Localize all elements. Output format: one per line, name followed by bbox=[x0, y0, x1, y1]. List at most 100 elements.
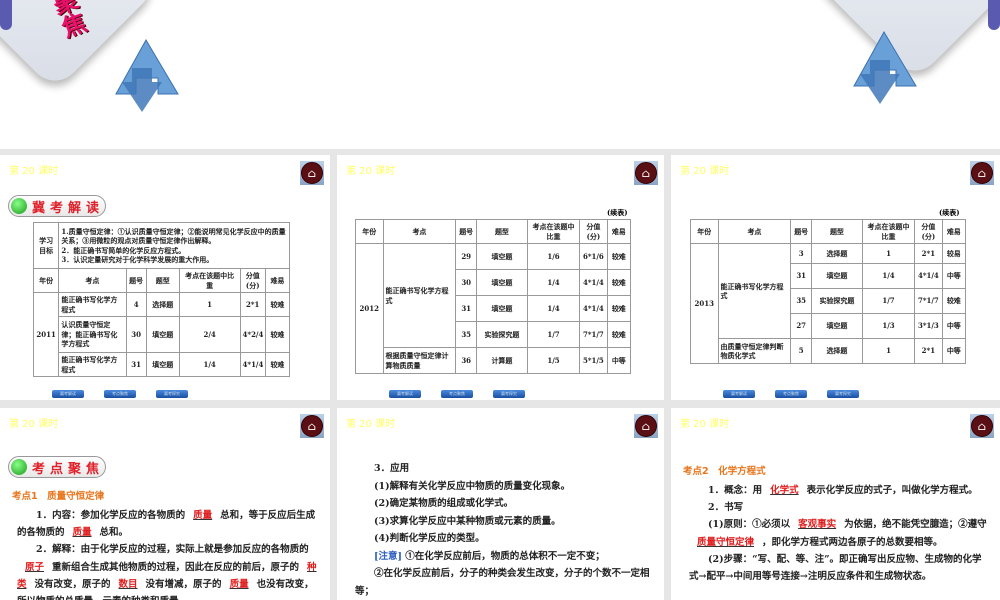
question-type: 填空题 bbox=[145, 316, 180, 353]
home-button[interactable]: ⌂ bbox=[300, 414, 324, 438]
fill-blank-answer: 客观事实 bbox=[798, 519, 837, 531]
slide-nav: 冀考解读 考点聚焦 冀考探究 bbox=[389, 390, 525, 398]
table-header-row: 年份 考点 题号 题型 考点在该题中比重 分值(分) 难易 bbox=[355, 219, 632, 244]
difficulty: 较难 bbox=[606, 295, 632, 322]
score-value: 5*1/5 bbox=[579, 347, 608, 374]
point-ratio: 1 bbox=[861, 338, 916, 364]
column-header: 分值(分) bbox=[914, 219, 943, 244]
home-icon: ⌂ bbox=[635, 162, 657, 184]
lesson-label: 第 20 课时 bbox=[346, 166, 396, 177]
exam-point: 认识质量守恒定律；能正确书写化学方程式 bbox=[58, 316, 127, 353]
point-ratio: 1/4 bbox=[861, 263, 916, 289]
question-number: 30 bbox=[125, 316, 147, 353]
question-number: 3 bbox=[790, 243, 812, 264]
difficulty: 较难 bbox=[606, 269, 632, 296]
nav-button-2[interactable]: 考点聚焦 bbox=[775, 390, 807, 398]
slide-nav: 冀考解读 考点聚焦 冀考探究 bbox=[723, 390, 859, 398]
score-value: 7*1/7 bbox=[579, 321, 608, 348]
paragraph: 2．书写 bbox=[689, 499, 991, 516]
exam-point: 能正确书写化学方程式 bbox=[58, 352, 127, 377]
lesson-label: 第 20 课时 bbox=[9, 166, 59, 177]
score-value: 2*1 bbox=[914, 243, 943, 264]
question-number: 27 bbox=[790, 313, 812, 339]
point-ratio: 1/6 bbox=[526, 243, 581, 270]
question-type: 填空题 bbox=[476, 243, 528, 270]
question-number: 4 bbox=[125, 292, 147, 317]
nav-button-1[interactable]: 冀考解读 bbox=[723, 390, 755, 398]
nav-button-3[interactable]: 冀考探究 bbox=[493, 390, 525, 398]
text-segment: 表示化学反应的式子，叫做化学方程式。 bbox=[806, 485, 978, 496]
green-dot-icon bbox=[11, 198, 27, 214]
nav-button-1[interactable]: 冀考解读 bbox=[389, 390, 421, 398]
exam-point: 根据质量守恒定律计算物质质量 bbox=[382, 347, 457, 374]
point-ratio: 1 bbox=[861, 243, 916, 264]
paragraph: 2．解释：由于化学反应的过程，实际上就是参加反应的各物质的原子 重新组合生成其他物… bbox=[17, 541, 319, 600]
slide-thumbnail-2[interactable]: 第 20 课时 ⌂ (续表) 年份 考点 题号 题型 考点在该题中比重 分值(分) 难易 20… bbox=[337, 155, 664, 400]
home-icon: ⌂ bbox=[301, 415, 323, 437]
home-button[interactable]: ⌂ bbox=[634, 161, 658, 185]
lesson-label: 第 20 课时 bbox=[346, 419, 396, 430]
up-down-arrow-icon bbox=[115, 38, 179, 112]
fill-blank-answer: 数目 bbox=[118, 578, 138, 590]
text-segment: (2)步骤：“写、配、等、注”。即正确写出反应物、生成物的化学式→配平→中间用等… bbox=[689, 553, 982, 583]
slide-thumbnail-5[interactable]: 第 20 课时 ⌂ 3．应用 (1)解释有关化学反应中物质的质量变化现象。 (2)确… bbox=[337, 408, 664, 600]
column-header: 难易 bbox=[606, 219, 632, 244]
nav-button-3[interactable]: 冀考探究 bbox=[827, 390, 859, 398]
text-segment: 为依据，绝不能凭空臆造；②遵守 bbox=[844, 519, 987, 531]
point-ratio: 1/4 bbox=[526, 295, 581, 322]
text-segment: ②在化学反应前后，分子的种类会发生改变，分子的个数不一定相等； bbox=[355, 568, 650, 597]
table-header-row: 年份 考点 题号 题型 考点在该题中比重 分值(分) 难易 bbox=[690, 219, 967, 244]
question-number: 36 bbox=[455, 347, 477, 374]
difficulty: 较难 bbox=[606, 321, 632, 348]
note-label: [注意] bbox=[374, 550, 402, 562]
home-button[interactable]: ⌂ bbox=[970, 414, 994, 438]
continued-label: (续表) bbox=[607, 208, 628, 217]
column-header: 题型 bbox=[476, 219, 528, 244]
text-segment: 2．解释：由于化学反应的过程，实际上就是参加反应的各物质的 bbox=[36, 544, 309, 556]
question-number: 30 bbox=[455, 269, 477, 296]
question-type: 填空题 bbox=[476, 295, 528, 322]
table-row: 2012 能正确书写化学方程式 29 填空题 1/6 6*1/6 较难 bbox=[355, 243, 632, 374]
nav-button-2[interactable]: 考点聚焦 bbox=[441, 390, 473, 398]
difficulty: 较难 bbox=[264, 316, 291, 353]
content-text: 1．概念：用 化学式 表示化学反应的式子，叫做化学方程式。 2．书写 (1)原则：①必须… bbox=[689, 482, 991, 585]
table-row: 由质量守恒定律判断物质化学式 5 选择题 1 2*1 中等 bbox=[691, 338, 967, 364]
paragraph: [注意] ①在化学反应前后，物质的总体积不一定不变； bbox=[355, 548, 655, 566]
question-type: 填空题 bbox=[811, 313, 863, 339]
nav-button-1[interactable]: 冀考解读 bbox=[52, 390, 84, 398]
decorative-tab bbox=[988, 0, 1000, 30]
goals-text: 1.质量守恒定律：①认识质量守恒定律；②能说明常见化学反应中的质量关系；③用微粒… bbox=[58, 222, 290, 269]
table-row: 根据质量守恒定律计算物质质量 36 计算题 1/5 5*1/5 中等 bbox=[356, 347, 632, 374]
point-ratio: 1/7 bbox=[526, 321, 581, 348]
column-header: 年份 bbox=[690, 219, 719, 244]
table-row: 能正确书写化学方程式 31 填空题 1/4 4*1/4 较难 bbox=[34, 352, 291, 377]
text-segment: (4)判断化学反应的类型。 bbox=[374, 533, 485, 544]
exam-analysis-table: 学习目标 1.质量守恒定律：①认识质量守恒定律；②能说明常见化学反应中的质量关系；… bbox=[32, 222, 291, 377]
question-type: 实验探究题 bbox=[476, 321, 528, 348]
question-number: 5 bbox=[790, 338, 812, 364]
text-segment: 没有改变，原子的 bbox=[34, 578, 111, 590]
nav-button-3[interactable]: 冀考探究 bbox=[156, 390, 188, 398]
difficulty: 中等 bbox=[941, 263, 967, 289]
paragraph: 1．概念：用 化学式 表示化学反应的式子，叫做化学方程式。 bbox=[689, 482, 991, 499]
slide-thumbnail-4[interactable]: 第 20 课时 ⌂ 考点聚焦 考点1 质量守恒定律 1．内容：参加化学反应的各物… bbox=[0, 408, 330, 600]
paragraph: ②在化学反应前后，分子的种类会发生改变，分子的个数不一定相等； bbox=[355, 565, 655, 600]
home-button[interactable]: ⌂ bbox=[634, 414, 658, 438]
slide-thumbnail-3[interactable]: 第 20 课时 ⌂ (续表) 年份 考点 题号 题型 考点在该题中比重 分值(分) 难易 20… bbox=[671, 155, 1000, 400]
slide-thumbnail-1[interactable]: 第 20 课时 ⌂ 冀考解读 学习目标 1.质量守恒定律：①认识质量守恒定律；②能… bbox=[0, 155, 330, 400]
exam-point: 能正确书写化学方程式 bbox=[717, 243, 792, 339]
text-segment: 3．应用 bbox=[374, 463, 410, 474]
content-text: 1．内容：参加化学反应的各物质的 质量 总和，等于反应后生成的各物质的 质量 总和。 2．… bbox=[17, 507, 319, 600]
slide-thumbnail-6[interactable]: 第 20 课时 ⌂ 考点2 化学方程式 1．概念：用 化学式 表示化学反应的式子，叫… bbox=[671, 408, 1000, 600]
topic-heading: 考点2 化学方程式 bbox=[683, 466, 766, 477]
exam-point: 能正确书写化学方程式 bbox=[58, 292, 127, 317]
home-button[interactable]: ⌂ bbox=[300, 161, 324, 185]
question-type: 填空题 bbox=[145, 352, 180, 377]
score-value: 7*1/7 bbox=[914, 288, 943, 314]
home-button[interactable]: ⌂ bbox=[970, 161, 994, 185]
difficulty: 较难 bbox=[941, 288, 967, 314]
nav-button-2[interactable]: 考点聚焦 bbox=[104, 390, 136, 398]
column-header: 题号 bbox=[125, 268, 147, 293]
paragraph: (4)判断化学反应的类型。 bbox=[355, 530, 655, 548]
fill-blank-answer: 原子 bbox=[25, 561, 45, 573]
